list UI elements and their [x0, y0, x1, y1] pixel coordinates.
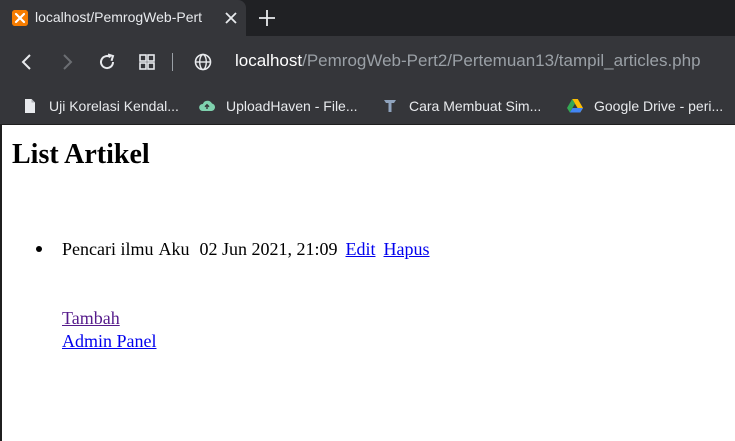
bookmark-label: UploadHaven - File... [226, 98, 358, 114]
google-drive-icon [566, 97, 584, 115]
article-list: Pencari ilmu Aku 02 Jun 2021, 21:09 Edit… [36, 239, 430, 260]
article-date: 02 Jun 2021, 21:09 [199, 239, 338, 259]
cloud-upload-icon [198, 97, 216, 115]
forward-icon[interactable] [57, 52, 77, 72]
globe-icon[interactable] [193, 52, 213, 72]
reload-icon[interactable] [97, 52, 117, 72]
back-icon[interactable] [17, 52, 37, 72]
site-favicon-icon [381, 97, 399, 115]
browser-toolbar: localhost/PemrogWeb-Pert2/Pertemuan13/ta… [0, 36, 735, 88]
tab-title: localhost/PemrogWeb-Pert [35, 9, 203, 25]
browser-chrome: localhost/PemrogWeb-Pert localhost/Pemro… [0, 0, 735, 125]
article-author: Aku [158, 239, 190, 259]
bookmark-item[interactable]: Google Drive - peri... [566, 88, 723, 124]
address-bar[interactable]: localhost/PemrogWeb-Pert2/Pertemuan13/ta… [235, 51, 701, 71]
toolbar-divider [172, 53, 173, 71]
bookmark-label: Cara Membuat Sim... [409, 98, 542, 114]
bookmark-item[interactable]: Cara Membuat Sim... [381, 88, 541, 124]
bookmark-item[interactable]: Uji Korelasi Kendal... [21, 88, 179, 124]
new-tab-icon[interactable] [257, 8, 277, 28]
tab-grid-icon[interactable] [137, 52, 157, 72]
url-host: localhost [235, 51, 303, 70]
bookmark-label: Google Drive - peri... [594, 98, 724, 114]
edit-link[interactable]: Edit [346, 239, 376, 260]
browser-tab[interactable]: localhost/PemrogWeb-Pert [0, 0, 246, 36]
tab-strip: localhost/PemrogWeb-Pert [0, 0, 735, 36]
page-content: List Artikel Pencari ilmu Aku 02 Jun 202… [0, 125, 735, 441]
list-item: Pencari ilmu Aku 02 Jun 2021, 21:09 Edit… [36, 239, 430, 260]
article-title: Pencari ilmu [62, 239, 154, 259]
add-article-link[interactable]: Tambah [62, 307, 120, 330]
page-title: List Artikel [12, 139, 150, 170]
bookmark-item[interactable]: UploadHaven - File... [198, 88, 358, 124]
close-tab-icon[interactable] [222, 9, 240, 27]
page-icon [21, 97, 39, 115]
delete-link[interactable]: Hapus [384, 239, 430, 260]
bookmark-label: Uji Korelasi Kendal... [49, 98, 179, 114]
bookmarks-bar: Uji Korelasi Kendal... UploadHaven - Fil… [0, 88, 735, 124]
xampp-favicon-icon [12, 10, 28, 26]
list-bullet [36, 246, 42, 252]
url-path: /PemrogWeb-Pert2/Pertemuan13/tampil_arti… [302, 51, 701, 70]
page-links: Tambah Admin Panel [62, 307, 157, 353]
admin-panel-link[interactable]: Admin Panel [62, 330, 157, 353]
